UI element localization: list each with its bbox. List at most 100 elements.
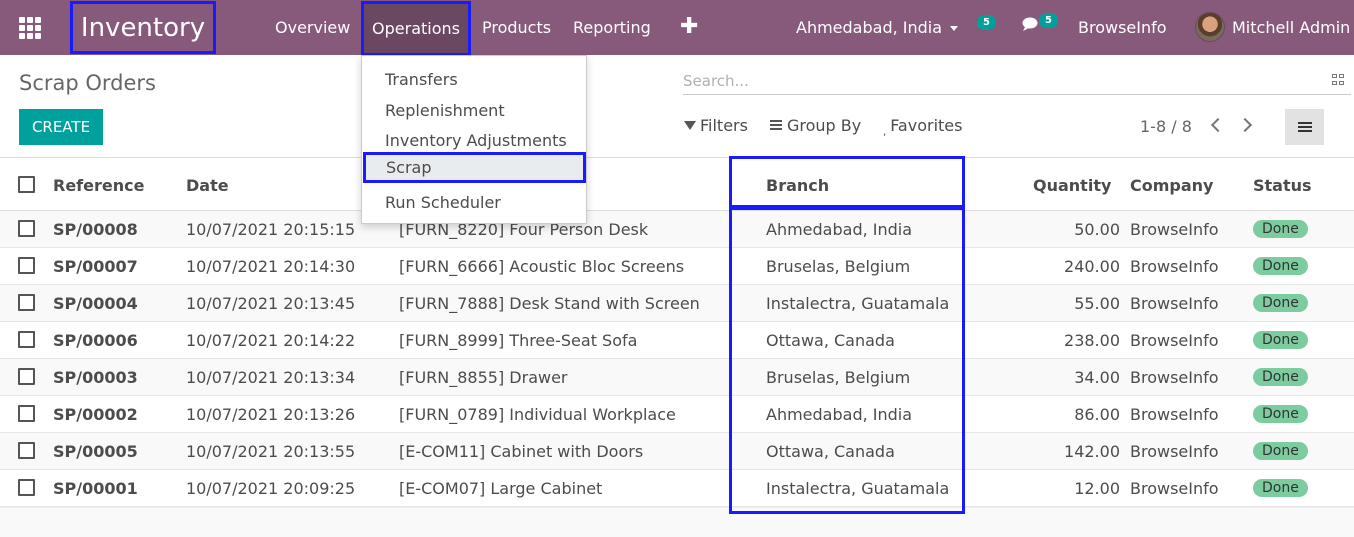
cell-company: BrowseInfo [1130,368,1219,387]
menu-item-run-scheduler[interactable]: Run Scheduler [362,187,586,218]
cell-reference: SP/00007 [53,257,138,276]
table-row[interactable]: SP/00006 10/07/2021 20:14:22 [FURN_8999] T… [0,322,1354,359]
groupby-button[interactable]: Group By [770,116,861,135]
cell-date: 10/07/2021 20:13:34 [186,368,356,387]
cell-quantity: 34.00 [1074,368,1120,387]
menu-item-replenishment[interactable]: Replenishment [362,95,586,126]
cell-quantity: 86.00 [1074,405,1120,424]
status-badge: Done [1253,405,1308,423]
menu-item-scrap[interactable]: Scrap [363,152,586,183]
table-row[interactable]: SP/00004 10/07/2021 20:13:45 [FURN_7888] D… [0,285,1354,322]
row-checkbox[interactable] [18,294,35,311]
table-row[interactable]: SP/00007 10/07/2021 20:14:30 [FURN_6666] A… [0,248,1354,285]
create-button[interactable]: CREATE [19,109,103,145]
row-checkbox[interactable] [18,220,35,237]
branch-selector[interactable]: Ahmedabad, India [796,0,959,55]
header-reference[interactable]: Reference [53,176,144,195]
list-view-button[interactable] [1285,109,1324,145]
cell-company: BrowseInfo [1130,479,1219,498]
cell-product: [E-COM07] Large Cabinet [399,479,603,498]
table-row[interactable]: SP/00008 10/07/2021 20:15:15 [FURN_8220] F… [0,211,1354,248]
activity-count-badge[interactable]: 5 [977,15,996,30]
cell-quantity: 50.00 [1074,220,1120,239]
cell-date: 10/07/2021 20:15:15 [186,220,356,239]
star-icon: , [883,127,887,138]
scrap-orders-table: Reference Date Branch Quantity Company S… [0,157,1354,537]
branch-column-highlight [729,207,965,514]
menu-products[interactable]: Products [482,0,551,55]
message-count-badge[interactable]: 5 [1039,13,1058,28]
company-switcher[interactable]: BrowseInfo [1078,0,1167,55]
row-checkbox[interactable] [18,479,35,496]
cell-company: BrowseInfo [1130,442,1219,461]
cell-quantity: 238.00 [1064,331,1120,350]
search-bar [683,66,1351,95]
cell-product: [FURN_6666] Acoustic Bloc Screens [399,257,685,276]
plus-icon[interactable]: ✚ [680,14,698,40]
filter-icon [684,121,696,130]
header-status[interactable]: Status [1253,176,1312,195]
cell-date: 10/07/2021 20:14:30 [186,257,356,276]
table-header: Reference Date Branch Quantity Company S… [0,157,1354,211]
chat-icon[interactable] [1022,17,1040,31]
filters-label: Filters [700,116,748,135]
row-checkbox[interactable] [18,442,35,459]
filters-button[interactable]: Filters [684,116,748,135]
row-checkbox[interactable] [18,331,35,348]
cell-date: 10/07/2021 20:14:22 [186,331,356,350]
cell-quantity: 55.00 [1074,294,1120,313]
pager-value[interactable]: 1-8 / 8 [1140,117,1192,136]
menu-operations[interactable]: Operations [361,1,471,56]
cell-company: BrowseInfo [1130,257,1219,276]
cell-product: [FURN_8855] Drawer [399,368,568,387]
apps-menu-icon[interactable] [19,17,41,39]
branch-selector-label: Ahmedabad, India [796,18,943,37]
status-badge: Done [1253,368,1308,386]
row-checkbox[interactable] [18,405,35,422]
cell-product: [FURN_0789] Individual Workplace [399,405,676,424]
cell-product: [FURN_8999] Three-Seat Sofa [399,331,638,350]
cell-reference: SP/00004 [53,294,138,313]
status-badge: Done [1253,294,1308,312]
select-all-checkbox[interactable] [18,176,35,193]
branch-header-highlight [729,156,965,208]
menu-overview[interactable]: Overview [275,0,350,55]
cell-date: 10/07/2021 20:09:25 [186,479,356,498]
table-body: SP/00008 10/07/2021 20:15:15 [FURN_8220] F… [0,211,1354,507]
cell-quantity: 240.00 [1064,257,1120,276]
cell-reference: SP/00006 [53,331,138,350]
cell-company: BrowseInfo [1130,220,1219,239]
top-navbar: Inventory Overview Operations Products R… [0,0,1354,56]
status-badge: Done [1253,442,1308,460]
favorites-label: Favorites [890,116,963,135]
search-options-icon[interactable] [1332,74,1345,85]
page-title: Scrap Orders [19,71,157,95]
cell-company: BrowseInfo [1130,405,1219,424]
user-menu[interactable]: Mitchell Admin [1232,0,1350,55]
status-badge: Done [1253,479,1308,497]
header-date[interactable]: Date [186,176,229,195]
header-company[interactable]: Company [1130,176,1213,195]
chevron-left-icon[interactable] [1211,118,1221,130]
status-badge: Done [1253,220,1308,238]
menu-item-transfers[interactable]: Transfers [362,64,586,95]
chevron-right-icon[interactable] [1242,118,1252,130]
operations-dropdown: Transfers Replenishment Inventory Adjust… [361,55,587,224]
menu-reporting[interactable]: Reporting [573,0,651,55]
row-checkbox[interactable] [18,257,35,274]
search-input[interactable] [683,70,1313,92]
cell-company: BrowseInfo [1130,294,1219,313]
cell-reference: SP/00003 [53,368,138,387]
cell-reference: SP/00002 [53,405,138,424]
header-quantity[interactable]: Quantity [1033,176,1111,195]
avatar[interactable] [1195,12,1225,42]
favorites-button[interactable]: , Favorites [883,116,962,138]
row-checkbox[interactable] [18,368,35,385]
table-row[interactable]: SP/00001 10/07/2021 20:09:25 [E-COM07] Lar… [0,470,1354,507]
groupby-label: Group By [787,116,862,135]
app-title[interactable]: Inventory [70,1,216,54]
table-row[interactable]: SP/00003 10/07/2021 20:13:34 [FURN_8855] D… [0,359,1354,396]
caret-down-icon [950,26,959,31]
table-row[interactable]: SP/00002 10/07/2021 20:13:26 [FURN_0789] I… [0,396,1354,433]
table-row[interactable]: SP/00005 10/07/2021 20:13:55 [E-COM11] Cab… [0,433,1354,470]
